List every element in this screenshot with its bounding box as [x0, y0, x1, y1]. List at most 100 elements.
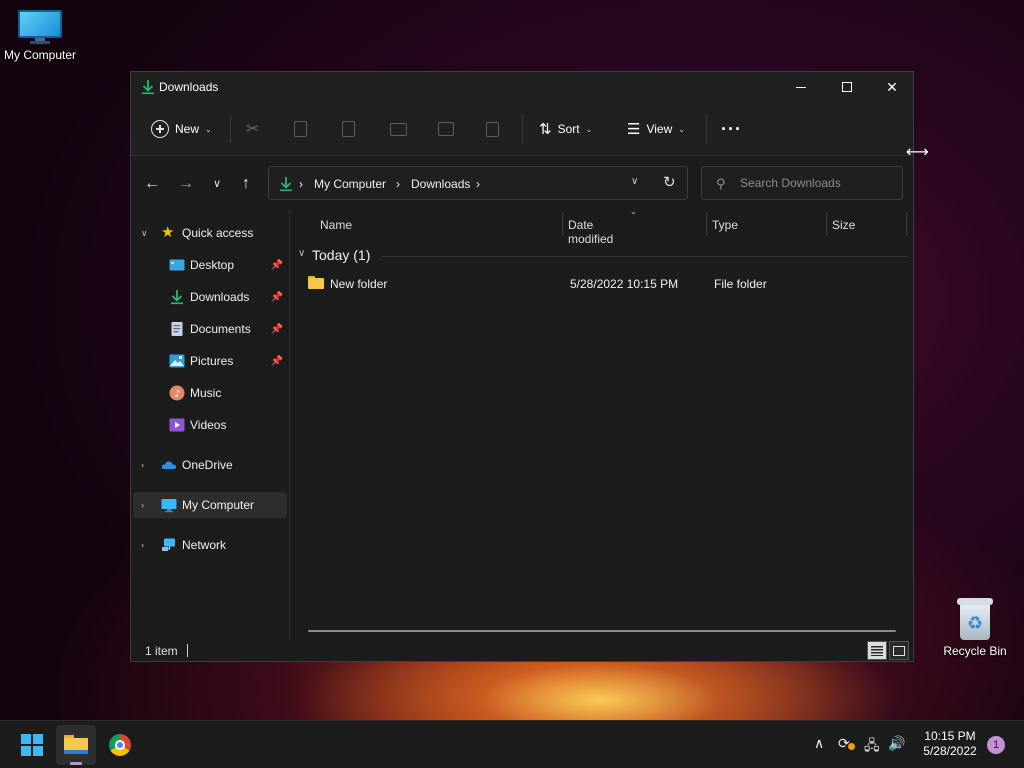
view-lines-icon: ☰: [627, 121, 641, 138]
nav-label: Pictures: [190, 354, 234, 368]
breadcrumb-separator[interactable]: ›: [396, 177, 400, 191]
download-icon: [169, 289, 185, 305]
toolbar-divider: [230, 115, 231, 143]
back-button[interactable]: ←: [141, 174, 163, 194]
desktop-icon-recycle-bin[interactable]: ♻ Recycle Bin: [936, 598, 1014, 658]
cloud-icon: [161, 457, 177, 473]
file-explorer-icon: [64, 735, 88, 754]
up-button[interactable]: ↑: [235, 174, 257, 194]
computer-icon: [18, 10, 62, 44]
more-icon: ···: [721, 118, 742, 139]
chrome-icon: [109, 734, 131, 756]
tiles-view-button[interactable]: [889, 641, 909, 660]
minimize-button[interactable]: [778, 72, 824, 102]
nav-music[interactable]: ♪ Music: [133, 380, 287, 406]
horizontal-scrollbar[interactable]: [308, 630, 896, 632]
maximize-button[interactable]: [824, 72, 870, 102]
paste-button[interactable]: [342, 114, 355, 144]
taskbar: ∧ ⟳ 🖧 🔊 10:15 PM 5/28/2022 1: [0, 720, 1024, 768]
chevron-down-icon: ⌄: [205, 124, 212, 134]
column-divider[interactable]: [906, 212, 907, 236]
running-indicator: [70, 762, 82, 765]
breadcrumb-separator[interactable]: ›: [476, 177, 480, 191]
details-view-icon: [871, 645, 883, 656]
refresh-button[interactable]: ↻: [663, 173, 676, 191]
chevron-down-icon: ⌄: [678, 124, 685, 134]
tiles-view-icon: [893, 645, 905, 656]
details-view-button[interactable]: [867, 641, 887, 660]
title-bar[interactable]: Downloads ✕: [131, 72, 913, 102]
breadcrumb-separator[interactable]: ›: [299, 177, 303, 191]
toolbar-divider: [706, 115, 707, 143]
copy-button[interactable]: [294, 114, 307, 144]
document-icon: [169, 321, 185, 337]
list-item[interactable]: New folder 5/28/2022 10:15 PM File folde…: [300, 272, 900, 296]
nav-desktop[interactable]: Desktop 📌: [133, 252, 287, 278]
group-divider: [382, 256, 908, 257]
column-divider[interactable]: [826, 212, 827, 236]
breadcrumb-downloads[interactable]: Downloads: [411, 177, 470, 191]
chevron-right-icon: ›: [141, 500, 144, 510]
recycle-bin-icon: ♻: [957, 598, 993, 640]
nav-videos[interactable]: Videos: [133, 412, 287, 438]
nav-label: Network: [182, 538, 227, 552]
nav-documents[interactable]: Documents 📌: [133, 316, 287, 342]
network-icon: [161, 537, 177, 553]
search-icon: ⚲: [716, 176, 726, 191]
group-header-today[interactable]: ∨ Today (1): [298, 246, 908, 268]
nav-pictures[interactable]: Pictures 📌: [133, 348, 287, 374]
pin-icon[interactable]: 📌: [271, 292, 283, 303]
pin-icon[interactable]: 📌: [271, 324, 283, 335]
close-icon: ✕: [886, 78, 898, 95]
nav-onedrive[interactable]: › OneDrive: [133, 452, 287, 478]
view-label: View: [646, 122, 673, 136]
arrow-up-icon: ↑: [242, 175, 250, 192]
sync-status-button[interactable]: ⟳: [838, 735, 855, 752]
nav-downloads[interactable]: Downloads 📌: [133, 284, 287, 310]
taskbar-file-explorer[interactable]: [56, 725, 96, 765]
forward-button[interactable]: →: [175, 174, 197, 194]
scissors-icon: ✂: [246, 121, 260, 138]
column-divider[interactable]: [706, 212, 707, 236]
start-button[interactable]: [12, 725, 52, 765]
arrow-left-icon: ←: [144, 175, 160, 192]
nav-network[interactable]: › Network: [133, 532, 287, 558]
new-button[interactable]: New ⌄: [151, 114, 212, 144]
volume-button[interactable]: 🔊: [888, 735, 905, 752]
share-button[interactable]: [438, 114, 454, 144]
status-divider: [187, 644, 188, 657]
pin-icon[interactable]: 📌: [271, 356, 283, 367]
clock[interactable]: 10:15 PM 5/28/2022: [916, 729, 984, 759]
view-button[interactable]: ☰ View ⌄: [627, 114, 685, 144]
network-status-button[interactable]: 🖧: [864, 735, 880, 759]
rename-button[interactable]: [390, 114, 407, 144]
plus-circle-icon: [151, 120, 169, 138]
close-button[interactable]: ✕: [869, 72, 915, 102]
show-hidden-icons-button[interactable]: ∧: [814, 735, 824, 752]
search-box[interactable]: ⚲: [701, 166, 903, 200]
nav-quick-access[interactable]: ∨ ★ Quick access: [133, 220, 287, 246]
desktop-icon-my-computer[interactable]: My Computer: [0, 10, 80, 62]
pin-icon[interactable]: 📌: [271, 260, 283, 271]
sort-button[interactable]: ⇅ Sort ⌄: [539, 114, 592, 144]
nav-label: Music: [190, 386, 222, 400]
address-dropdown-button[interactable]: ∨: [631, 176, 638, 187]
search-input[interactable]: [740, 175, 895, 191]
refresh-icon: ↻: [663, 174, 676, 191]
breadcrumb-my-computer[interactable]: My Computer: [314, 177, 386, 191]
column-divider[interactable]: [562, 212, 563, 236]
see-more-button[interactable]: ···: [721, 114, 742, 144]
clock-date: 5/28/2022: [923, 744, 977, 758]
address-bar[interactable]: › My Computer › Downloads › ∨ ↻: [268, 166, 688, 200]
star-icon: ★: [161, 224, 175, 241]
taskbar-chrome[interactable]: [100, 725, 140, 765]
recent-locations-button[interactable]: ∨: [206, 174, 228, 194]
cut-button[interactable]: ✂: [246, 114, 259, 144]
resize-cursor-icon: ⟷: [906, 144, 929, 161]
windows-logo-icon: [21, 734, 43, 756]
delete-button[interactable]: [486, 114, 499, 144]
notification-badge[interactable]: 1: [987, 736, 1005, 754]
svg-text:♪: ♪: [174, 389, 180, 400]
toolbar-divider: [522, 115, 523, 143]
nav-my-computer[interactable]: › My Computer: [133, 492, 287, 518]
